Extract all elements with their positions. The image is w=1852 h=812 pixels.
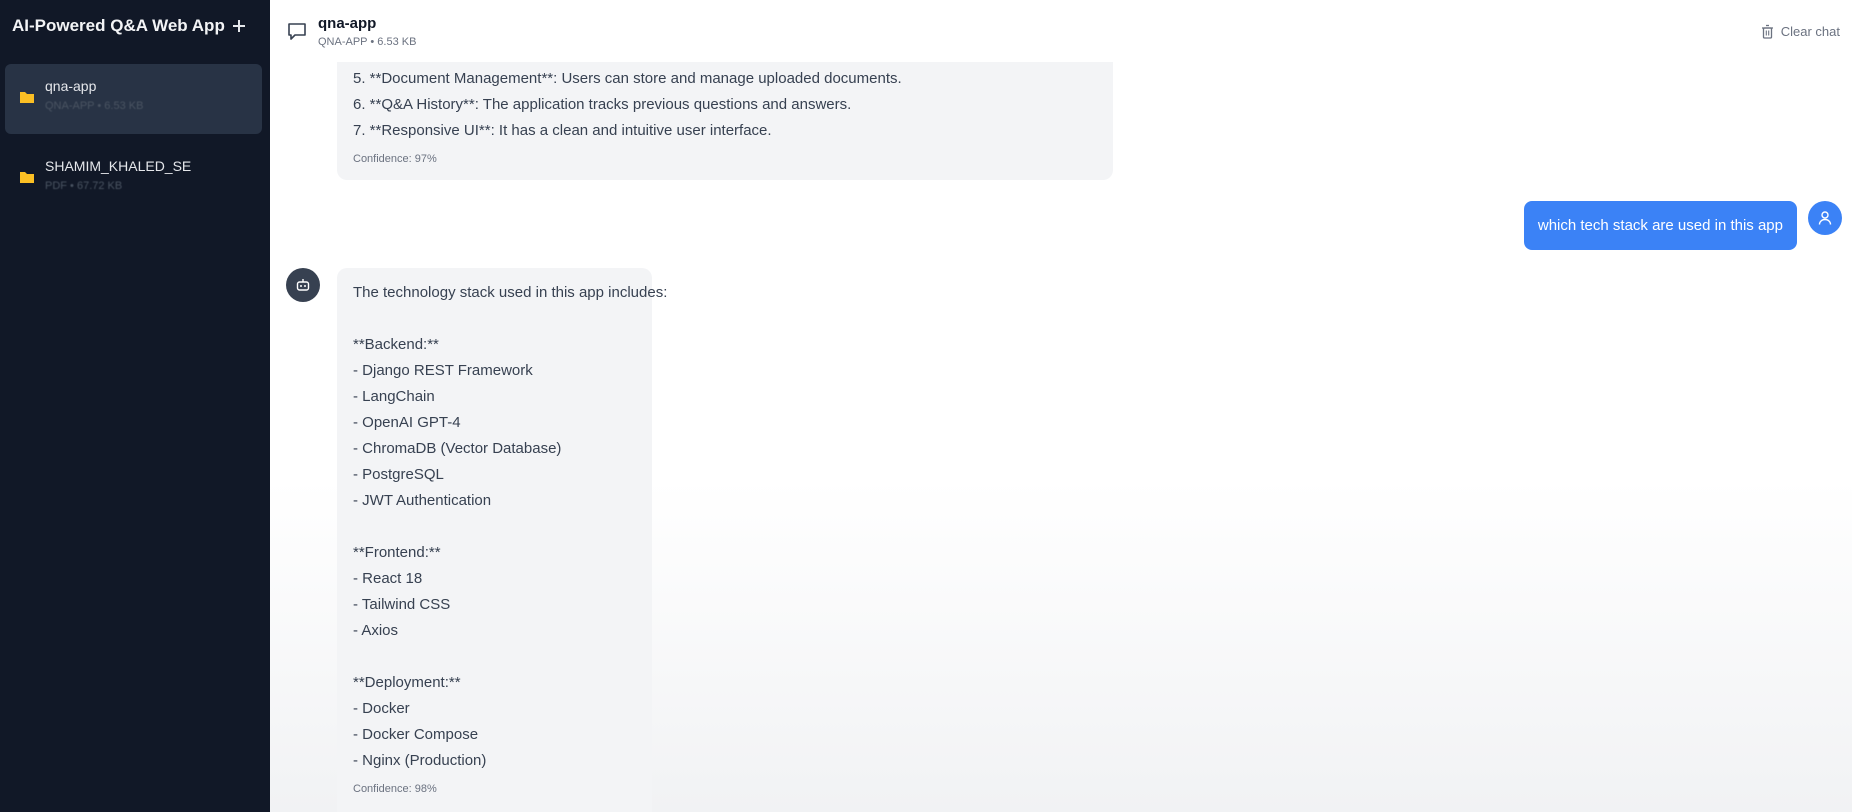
bot-avatar	[286, 268, 320, 302]
bot-icon	[296, 279, 310, 291]
message-line: - PostgreSQL	[353, 466, 444, 483]
document-meta: PDF • 67.72 KB	[45, 180, 123, 192]
trash-icon	[1761, 24, 1773, 39]
chat-title: qna-app	[318, 14, 377, 32]
chat-subtitle: QNA-APP • 6.53 KB	[318, 35, 417, 48]
document-list: qna-app QNA-APP • 6.53 KB SHAMIM_KHALED_…	[0, 52, 270, 214]
sidebar: AI-Powered Q&A Web App qna-app QNA-APP •…	[0, 0, 270, 812]
chat-header: qna-app QNA-APP • 6.53 KB Clear chat	[270, 0, 1852, 62]
message-line: - React 18	[353, 570, 423, 587]
chat-area: 5. **Document Management**: Users can st…	[270, 0, 1852, 812]
user-icon	[1818, 211, 1832, 225]
message-line: - OpenAI GPT-4	[353, 414, 461, 431]
folder-icon	[20, 172, 34, 183]
message-line: **Backend:**	[353, 336, 439, 353]
message-line: 6. **Q&A History**: The application trac…	[353, 96, 852, 113]
message-line: - ChromaDB (Vector Database)	[353, 440, 562, 457]
message-line: **Frontend:**	[353, 544, 441, 561]
clear-chat-label: Clear chat	[1780, 24, 1840, 39]
document-name: SHAMIM_KHALED_SE	[45, 158, 192, 174]
user-avatar	[1808, 201, 1842, 235]
message-line: - Docker	[353, 700, 410, 717]
assistant-message: 5. **Document Management**: Users can st…	[337, 62, 1113, 180]
document-meta: QNA-APP • 6.53 KB	[45, 100, 144, 112]
document-name: qna-app	[45, 78, 97, 94]
message-line: 5. **Document Management**: Users can st…	[353, 70, 902, 87]
message-list[interactable]: 5. **Document Management**: Users can st…	[270, 0, 1852, 812]
message-line: - Tailwind CSS	[353, 596, 451, 613]
message-line: **Deployment:**	[353, 674, 461, 691]
user-message: which tech stack are used in this app	[1523, 201, 1797, 250]
message-line: - JWT Authentication	[353, 492, 492, 509]
message-line: - Django REST Framework	[353, 362, 533, 379]
confidence-label: Confidence: 97%	[353, 153, 437, 165]
message-line: - LangChain	[353, 388, 435, 405]
confidence-label: Confidence: 98%	[353, 783, 437, 795]
assistant-message: The technology stack used in this app in…	[337, 268, 668, 812]
message-line: - Axios	[353, 622, 399, 639]
message-line: The technology stack used in this app in…	[353, 284, 668, 301]
document-item-shamim-khaled-se[interactable]: SHAMIM_KHALED_SE PDF • 67.72 KB	[5, 144, 262, 214]
sidebar-header: AI-Powered Q&A Web App	[0, 0, 270, 52]
document-item-qna-app[interactable]: qna-app QNA-APP • 6.53 KB	[5, 64, 262, 134]
message-line: 7. **Responsive UI**: It has a clean and…	[353, 122, 772, 139]
clear-chat-button[interactable]: Clear chat	[1760, 24, 1840, 39]
message-line: - Nginx (Production)	[353, 752, 487, 769]
add-document-button[interactable]	[230, 17, 248, 35]
message-line: - Docker Compose	[353, 726, 479, 743]
app-title: AI-Powered Q&A Web App	[12, 16, 225, 35]
chat-bubble-icon	[288, 23, 306, 40]
app-root: AI-Powered Q&A Web App qna-app QNA-APP •…	[0, 0, 1852, 812]
folder-icon	[20, 92, 34, 103]
